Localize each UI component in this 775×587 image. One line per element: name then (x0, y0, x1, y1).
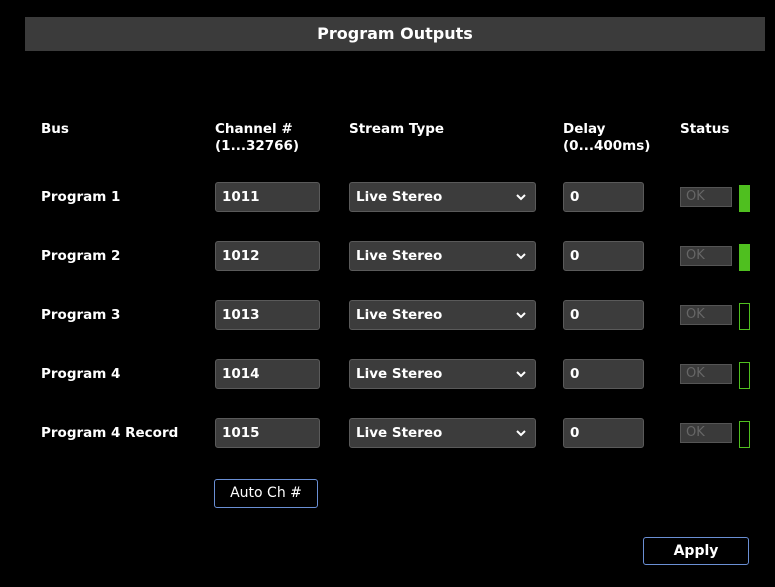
header-channel: Channel # (1...32766) (215, 121, 300, 154)
auto-channel-button[interactable]: Auto Ch # (214, 479, 318, 508)
delay-input[interactable]: 0 (563, 241, 644, 271)
stream-type-select[interactable]: Live Stereo (349, 182, 536, 212)
status-led (739, 185, 750, 212)
stream-type-select[interactable]: Live Stereo (349, 359, 536, 389)
output-row: Program 2 1012 Live Stereo 0 OK (0, 241, 775, 271)
header-stream-type: Stream Type (349, 121, 445, 137)
chevron-down-icon (516, 253, 526, 260)
status-led (739, 421, 750, 448)
stream-type-value: Live Stereo (356, 366, 443, 382)
chevron-down-icon (516, 312, 526, 319)
status-led (739, 362, 750, 389)
status-ok-button: OK (680, 364, 732, 384)
channel-input[interactable]: 1012 (215, 241, 320, 271)
channel-input[interactable]: 1013 (215, 300, 320, 330)
stream-type-select[interactable]: Live Stereo (349, 418, 536, 448)
bus-label: Program 2 (41, 248, 121, 264)
bus-label: Program 3 (41, 307, 121, 323)
apply-button[interactable]: Apply (643, 537, 749, 565)
channel-input[interactable]: 1011 (215, 182, 320, 212)
header-bus: Bus (41, 121, 69, 137)
status-ok-button: OK (680, 305, 732, 325)
status-led (739, 244, 750, 271)
stream-type-select[interactable]: Live Stereo (349, 241, 536, 271)
delay-input[interactable]: 0 (563, 418, 644, 448)
chevron-down-icon (516, 194, 526, 201)
panel-title: Program Outputs (25, 17, 765, 51)
delay-input[interactable]: 0 (563, 300, 644, 330)
bus-label: Program 1 (41, 189, 121, 205)
status-ok-button: OK (680, 246, 732, 266)
status-led (739, 303, 750, 330)
status-ok-button: OK (680, 187, 732, 207)
chevron-down-icon (516, 371, 526, 378)
output-row: Program 4 1014 Live Stereo 0 OK (0, 359, 775, 389)
delay-input[interactable]: 0 (563, 182, 644, 212)
header-delay: Delay (0...400ms) (563, 121, 651, 154)
output-row: Program 4 Record 1015 Live Stereo 0 OK (0, 418, 775, 448)
stream-type-select[interactable]: Live Stereo (349, 300, 536, 330)
program-outputs-panel: Program Outputs Bus Channel # (1...32766… (0, 0, 775, 587)
status-ok-button: OK (680, 423, 732, 443)
bus-label: Program 4 (41, 366, 121, 382)
header-status: Status (680, 121, 730, 137)
channel-input[interactable]: 1014 (215, 359, 320, 389)
delay-input[interactable]: 0 (563, 359, 644, 389)
stream-type-value: Live Stereo (356, 425, 443, 441)
bus-label: Program 4 Record (41, 425, 179, 441)
chevron-down-icon (516, 430, 526, 437)
stream-type-value: Live Stereo (356, 307, 443, 323)
stream-type-value: Live Stereo (356, 248, 443, 264)
output-row: Program 3 1013 Live Stereo 0 OK (0, 300, 775, 330)
output-row: Program 1 1011 Live Stereo 0 OK (0, 182, 775, 212)
stream-type-value: Live Stereo (356, 189, 443, 205)
channel-input[interactable]: 1015 (215, 418, 320, 448)
